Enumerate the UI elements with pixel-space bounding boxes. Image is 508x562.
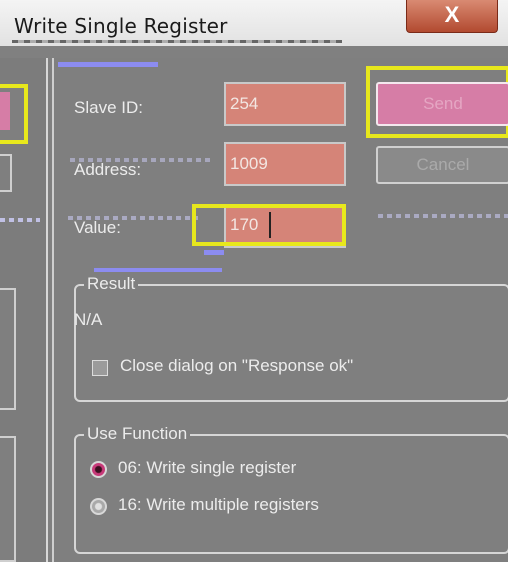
dialog-noise-3 bbox=[378, 214, 508, 218]
dialog-noise-5 bbox=[94, 268, 222, 272]
result-legend: Result bbox=[84, 274, 139, 294]
function-16-label[interactable]: 16: Write multiple registers bbox=[118, 495, 319, 515]
background-highlight-frame bbox=[0, 84, 28, 144]
dialog-top-noise bbox=[58, 62, 158, 67]
window-title: Write Single Register bbox=[14, 14, 228, 38]
cancel-button[interactable]: Cancel bbox=[376, 146, 508, 184]
text-cursor bbox=[269, 212, 271, 238]
background-window-panel bbox=[0, 58, 48, 562]
background-group-stub-2 bbox=[0, 436, 16, 562]
result-group bbox=[74, 284, 508, 402]
write-register-dialog: Slave ID: 254 Send Address: 1009 Cancel … bbox=[52, 58, 508, 562]
use-function-legend: Use Function bbox=[84, 424, 191, 444]
value-label: Value: bbox=[74, 218, 121, 237]
address-field[interactable]: 1009 bbox=[224, 142, 346, 186]
use-function-group bbox=[74, 434, 508, 554]
slave-id-label: Slave ID: bbox=[74, 98, 143, 117]
function-06-label[interactable]: 06: Write single register bbox=[118, 458, 296, 478]
slave-id-field[interactable]: 254 bbox=[224, 82, 346, 126]
address-label: Address: bbox=[74, 160, 142, 179]
background-group-stub bbox=[0, 288, 16, 410]
result-text: N/A bbox=[74, 310, 103, 329]
close-on-ok-checkbox[interactable] bbox=[92, 360, 108, 376]
function-06-radio[interactable] bbox=[90, 461, 107, 478]
background-control-stub bbox=[0, 154, 12, 192]
background-button-edge bbox=[0, 92, 10, 130]
title-underline bbox=[12, 40, 342, 43]
close-button[interactable]: X bbox=[406, 0, 498, 33]
function-16-radio[interactable] bbox=[90, 498, 107, 515]
background-noise bbox=[0, 218, 40, 222]
close-on-ok-label[interactable]: Close dialog on "Response ok" bbox=[120, 356, 353, 376]
send-button[interactable]: Send bbox=[376, 82, 508, 126]
close-icon: X bbox=[444, 2, 460, 27]
dialog-noise-4 bbox=[204, 250, 224, 255]
